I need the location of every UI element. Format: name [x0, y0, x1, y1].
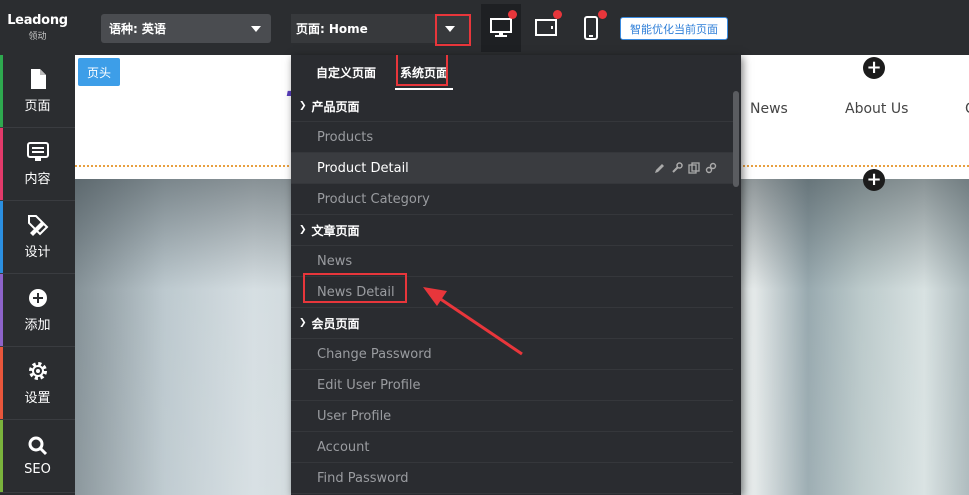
annotation-arrow [423, 287, 523, 356]
